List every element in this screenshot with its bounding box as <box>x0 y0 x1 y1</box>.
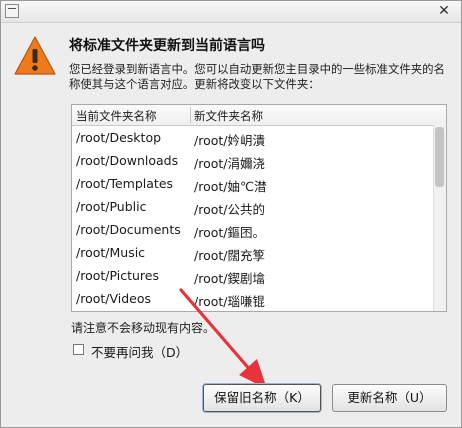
list-scrollbar[interactable] <box>433 125 446 311</box>
list-row[interactable]: /root/Music /root/闊充箰 <box>72 241 446 264</box>
close-icon[interactable]: ✕ <box>435 2 453 20</box>
warning-icon <box>14 36 56 75</box>
current-folder-name: /root/Pictures <box>76 268 159 283</box>
column-divider <box>190 107 191 123</box>
new-folder-name: /root/公共的 <box>194 202 265 217</box>
list-row[interactable]: /root/Downloads /root/涓嬭浇 <box>72 149 446 172</box>
current-folder-name: /root/Music <box>76 245 146 260</box>
current-folder-name: /root/Desktop <box>76 130 162 145</box>
dialog-heading: 将标准文件夹更新到当前语言吗 <box>69 38 265 54</box>
new-folder-name: /root/鍥剧墖 <box>194 271 265 286</box>
column-header-new[interactable]: 新文件夹名称 <box>194 108 263 124</box>
new-folder-name: /root/妗岄潰 <box>194 133 265 148</box>
new-folder-name: /root/鏂囨。 <box>194 225 265 240</box>
list-row[interactable]: /root/Pictures /root/鍥剧墖 <box>72 264 446 287</box>
dont-ask-label[interactable]: 不要再问我（D） <box>91 342 188 361</box>
update-names-button[interactable]: 更新名称（U） <box>332 384 447 412</box>
list-row[interactable]: /root/Documents /root/鏂囨。 <box>72 218 446 241</box>
dialog-window: ✕ 将标准文件夹更新到当前语言吗 您已经登录到新语言中。您可以自动更新您主目录中… <box>0 0 462 428</box>
current-folder-name: /root/Videos <box>76 291 152 306</box>
red-arrow-annotation <box>179 288 267 389</box>
new-folder-name: /root/闊充箰 <box>194 248 265 263</box>
new-folder-name: /root/涓嬭浇 <box>194 156 265 171</box>
keep-old-names-button[interactable]: 保留旧名称（K） <box>203 384 321 412</box>
list-header: 当前文件夹名称 新文件夹名称 <box>72 105 446 126</box>
dialog-description: 您已经登录到新语言中。您可以自动更新您主目录中的一些标准文件夹的名称使其与这个语… <box>69 62 445 91</box>
current-folder-name: /root/Documents <box>76 222 181 237</box>
list-row[interactable]: /root/Templates /root/妯℃澘 <box>72 172 446 195</box>
list-row[interactable]: /root/Public /root/公共的 <box>72 195 446 218</box>
folder-list[interactable]: 当前文件夹名称 新文件夹名称 /root/Desktop /root/妗岄潰 /… <box>71 104 447 312</box>
current-folder-name: /root/Templates <box>76 176 174 191</box>
current-folder-name: /root/Public <box>76 199 147 214</box>
scrollbar-thumb[interactable] <box>435 127 444 187</box>
window-menu-icon[interactable] <box>5 4 19 18</box>
list-row[interactable]: /root/Desktop /root/妗岄潰 <box>72 126 446 149</box>
current-folder-name: /root/Downloads <box>76 153 179 168</box>
column-header-current[interactable]: 当前文件夹名称 <box>76 108 157 124</box>
titlebar: ✕ <box>1 1 461 23</box>
new-folder-name: /root/妯℃澘 <box>194 179 267 194</box>
dont-ask-checkbox[interactable] <box>73 344 84 355</box>
